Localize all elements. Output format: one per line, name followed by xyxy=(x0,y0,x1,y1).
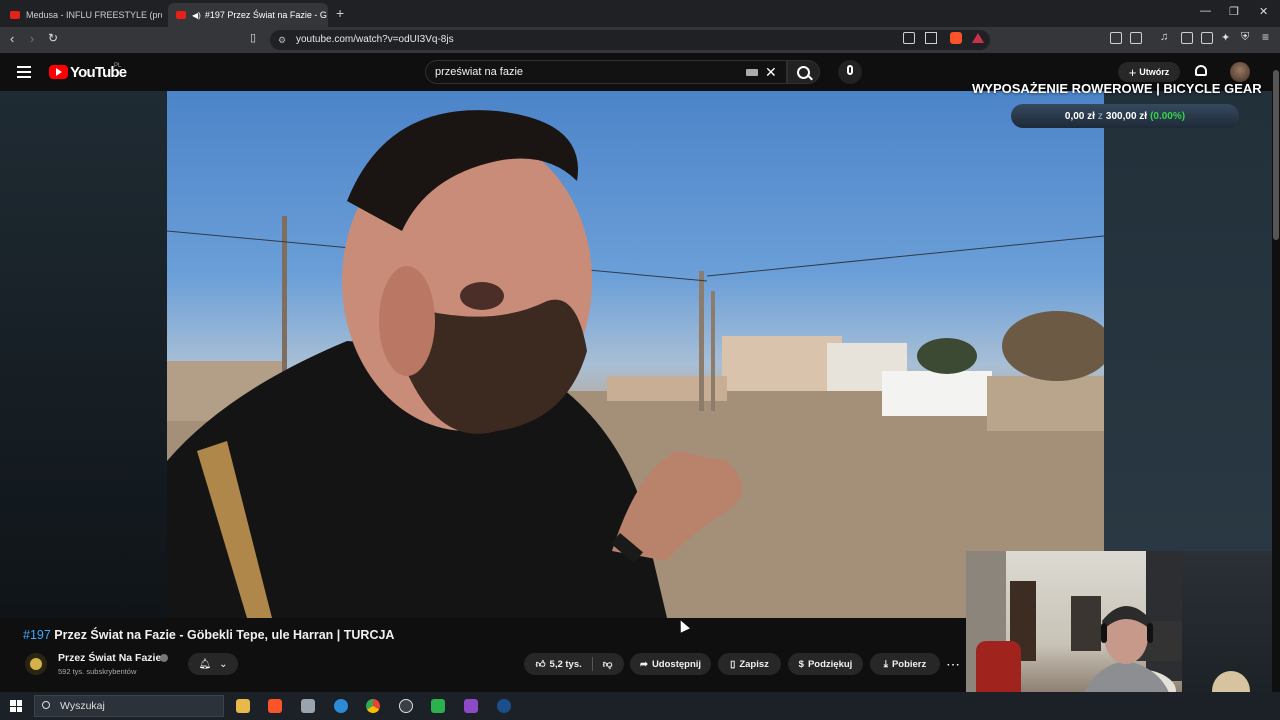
donation-goal-title: WYPOSAŻENIE ROWEROWE | BICYCLE GEAR xyxy=(972,81,1262,96)
goal-current: 0,00 zł xyxy=(1064,110,1095,122)
goal-separator: z xyxy=(1097,110,1103,122)
share-label: Udostępnij xyxy=(651,658,702,670)
download-label: Pobierz xyxy=(891,658,927,670)
save-button[interactable]: ▯ Zapisz xyxy=(718,653,781,675)
youtube-logo-icon[interactable] xyxy=(49,65,68,79)
search-input[interactable]: przeświat na fazie xyxy=(435,66,523,78)
brave-shield-icon[interactable] xyxy=(950,32,962,44)
steam-icon[interactable] xyxy=(497,699,511,713)
download-icon: ⤓ xyxy=(883,658,888,670)
divider xyxy=(591,657,593,671)
donation-goal-bar: 0,00 zł z 300,00 zł (0.00%) xyxy=(1011,104,1239,128)
subscription-bell-button[interactable]: 🔔︎ ⌄ xyxy=(188,653,238,675)
keyboard-icon[interactable] xyxy=(746,69,758,76)
forward-icon[interactable]: › xyxy=(30,31,34,46)
like-dislike-group: 👍︎ 5,2 tys. 👎︎ xyxy=(524,653,624,675)
site-info-icon[interactable]: ⚙ xyxy=(278,35,286,46)
more-actions-button[interactable]: ⋯ xyxy=(946,656,960,673)
speaker-icon: ◀) xyxy=(192,10,201,20)
window-close-button[interactable]: ✕ xyxy=(1259,5,1268,18)
clear-search-icon[interactable]: ✕ xyxy=(765,64,777,81)
channel-name[interactable]: Przez Świat Na Fazie xyxy=(58,652,161,664)
chrome-browser-icon[interactable] xyxy=(366,699,380,713)
ambient-background-right xyxy=(1104,91,1280,551)
sidebar-icon[interactable] xyxy=(1181,32,1193,44)
obs-icon[interactable] xyxy=(399,699,413,713)
share-button[interactable]: ➦ Udostępnij xyxy=(630,653,711,675)
mouse-cursor-icon xyxy=(676,618,690,633)
ai-assistant-icon[interactable]: ✦ xyxy=(1221,31,1230,44)
back-icon[interactable]: ‹ xyxy=(10,31,14,46)
menu-icon[interactable]: ≡ xyxy=(1262,30,1269,44)
voice-search-icon[interactable] xyxy=(838,60,862,84)
store-icon[interactable] xyxy=(301,699,315,713)
plus-icon: + xyxy=(1128,64,1137,80)
tab-label: #197 Przez Świat na Fazie - G xyxy=(204,10,327,20)
save-label: Zapisz xyxy=(739,658,769,670)
media-icon[interactable]: ♫ xyxy=(1160,31,1168,43)
scrollbar-thumb[interactable] xyxy=(1273,70,1279,240)
thanks-label: Podziękuj xyxy=(807,658,853,670)
reader-icon[interactable] xyxy=(1130,32,1142,44)
taskbar-search-input[interactable]: Wyszukaj xyxy=(60,700,105,712)
url-text[interactable]: youtube.com/watch?v=odUI3Vq-8js xyxy=(296,34,454,45)
youtube-favicon-icon xyxy=(176,11,186,19)
like-count[interactable]: 5,2 tys. xyxy=(550,659,582,670)
thanks-button[interactable]: $ Podziękuj xyxy=(788,653,863,675)
bookmark-icon[interactable]: ▯ xyxy=(250,31,256,44)
youtube-favicon-icon xyxy=(10,11,20,19)
browser-tab-active[interactable]: ◀) #197 Przez Świat na Fazie - G ✕ xyxy=(168,3,328,27)
video-title-text: Przez Świat na Fazie - Göbekli Tepe, ule… xyxy=(54,628,395,642)
bell-icon: 🔔︎ xyxy=(198,658,212,670)
download-button[interactable]: ⤓ Pobierz xyxy=(870,653,940,675)
bookmark-icon: ▯ xyxy=(730,658,736,670)
brave-rewards-icon[interactable] xyxy=(972,33,984,43)
region-code: PL xyxy=(114,63,122,69)
verified-badge-icon xyxy=(160,654,168,662)
create-label: Utwórz xyxy=(1139,67,1170,77)
ambient-background-left xyxy=(0,91,167,618)
browser-tab[interactable]: Medusa - INFLU FREESTYLE (prod. VI xyxy=(2,3,162,27)
share-icon: ➦ xyxy=(639,658,648,670)
subscriber-count: 592 tys. subskrybentów xyxy=(58,667,137,676)
avatar[interactable] xyxy=(1230,62,1250,82)
chevron-down-icon: ⌄ xyxy=(219,658,228,670)
brave-browser-icon[interactable] xyxy=(268,699,282,713)
vpn-icon[interactable]: ⛨ xyxy=(1241,31,1249,44)
maximize-button[interactable]: ❐ xyxy=(1229,5,1239,18)
goal-percent: (0.00%) xyxy=(1150,110,1186,122)
hamburger-menu-icon[interactable] xyxy=(17,66,31,78)
notifications-bell-icon[interactable] xyxy=(1195,65,1207,76)
thumbs-up-icon[interactable]: 👍︎ xyxy=(536,658,546,670)
cast-icon[interactable] xyxy=(903,32,915,44)
search-icon xyxy=(797,66,810,79)
wallet-icon[interactable] xyxy=(1201,32,1213,44)
chat-app-icon[interactable] xyxy=(464,699,478,713)
file-explorer-icon[interactable] xyxy=(236,699,250,713)
channel-avatar[interactable] xyxy=(25,653,47,675)
video-title: #197 Przez Świat na Fazie - Göbekli Tepe… xyxy=(23,628,394,642)
extensions-icon[interactable] xyxy=(1110,32,1122,44)
goal-target: 300,00 zł xyxy=(1105,110,1148,122)
thumbs-down-icon[interactable]: 👎︎ xyxy=(603,658,613,670)
share-page-icon[interactable] xyxy=(925,32,937,44)
video-hashtag[interactable]: #197 xyxy=(23,628,51,642)
create-button[interactable]: + Utwórz xyxy=(1118,62,1180,82)
video-frame xyxy=(167,110,1104,618)
minimize-button[interactable]: — xyxy=(1200,5,1211,17)
tab-label: Medusa - INFLU FREESTYLE (prod. VI xyxy=(26,10,162,20)
windows-start-icon[interactable] xyxy=(10,700,22,712)
reload-icon[interactable]: ↻ xyxy=(48,31,58,45)
video-player[interactable] xyxy=(167,91,1104,618)
super-thanks-icon: $ xyxy=(798,658,804,670)
new-tab-button[interactable]: + xyxy=(336,5,344,21)
search-icon xyxy=(42,701,50,709)
close-tab-icon[interactable]: ✕ xyxy=(327,9,328,22)
media-player-icon[interactable] xyxy=(431,699,445,713)
edge-browser-icon[interactable] xyxy=(334,699,348,713)
